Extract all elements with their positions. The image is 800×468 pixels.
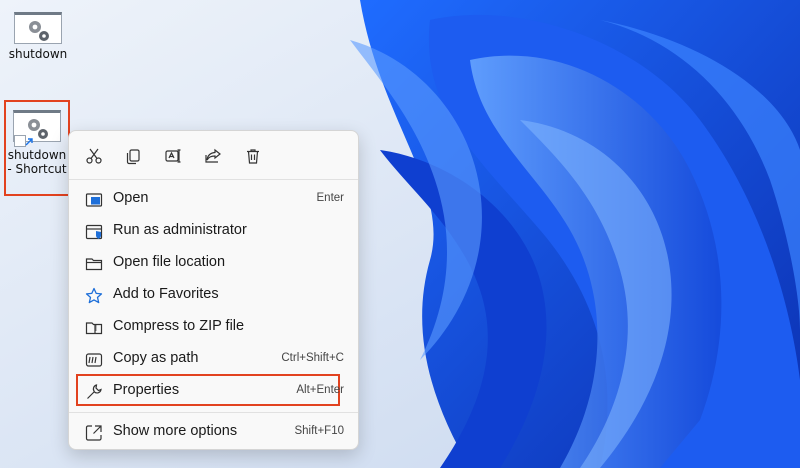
gear-icon bbox=[13, 110, 61, 147]
menu-item-label: Open file location bbox=[113, 254, 226, 270]
desktop: shutdown shutdown - Shortcut Open Enter … bbox=[0, 0, 800, 468]
menu-item-compress-to-zip[interactable]: Compress to ZIP file bbox=[77, 312, 352, 342]
folder-icon bbox=[85, 258, 103, 271]
copy-path-icon bbox=[85, 353, 103, 367]
more-options-icon bbox=[85, 425, 102, 441]
menu-item-label: Open bbox=[113, 190, 149, 206]
menu-item-open-file-location[interactable]: Open file location bbox=[77, 248, 352, 278]
menu-item-properties[interactable]: Properties Alt+Enter bbox=[77, 376, 352, 406]
menu-item-shortcut: Enter bbox=[316, 192, 345, 204]
wrench-icon bbox=[87, 384, 102, 399]
menu-item-copy-as-path[interactable]: Copy as path Ctrl+Shift+C bbox=[77, 344, 352, 374]
desktop-icon-shutdown-shortcut[interactable]: shutdown - Shortcut bbox=[5, 110, 69, 176]
zip-icon bbox=[85, 322, 103, 335]
delete-icon[interactable] bbox=[240, 143, 266, 169]
star-icon bbox=[85, 287, 103, 304]
menu-item-label: Run as administrator bbox=[113, 222, 247, 238]
menu-separator bbox=[69, 179, 358, 180]
menu-item-label: Copy as path bbox=[113, 350, 199, 366]
menu-item-shortcut: Alt+Enter bbox=[296, 384, 344, 396]
gear-icon bbox=[14, 12, 62, 44]
context-menu: Open Enter Run as administrator Open fil… bbox=[68, 130, 359, 450]
open-icon bbox=[85, 193, 103, 207]
menu-item-open[interactable]: Open Enter bbox=[77, 184, 352, 214]
menu-item-add-to-favorites[interactable]: Add to Favorites bbox=[77, 280, 352, 310]
copy-icon[interactable] bbox=[120, 143, 146, 169]
shortcut-arrow-icon bbox=[14, 135, 33, 147]
menu-item-shortcut: Shift+F10 bbox=[294, 425, 344, 437]
menu-item-show-more-options[interactable]: Show more options Shift+F10 bbox=[77, 417, 352, 447]
menu-item-label: Show more options bbox=[113, 423, 238, 439]
menu-item-run-as-administrator[interactable]: Run as administrator bbox=[77, 216, 352, 246]
menu-item-shortcut: Ctrl+Shift+C bbox=[281, 352, 344, 364]
shield-icon bbox=[85, 224, 103, 240]
menu-item-label: Properties bbox=[113, 382, 180, 398]
cut-icon[interactable] bbox=[81, 143, 107, 169]
desktop-icon-label: shutdown bbox=[8, 47, 68, 61]
desktop-icon-label: shutdown - Shortcut bbox=[7, 148, 67, 176]
context-menu-toolbar bbox=[69, 131, 358, 179]
menu-item-label: Compress to ZIP file bbox=[113, 318, 245, 334]
menu-separator bbox=[69, 412, 358, 413]
rename-icon[interactable] bbox=[160, 143, 186, 169]
share-icon[interactable] bbox=[200, 143, 226, 169]
desktop-icon-shutdown[interactable]: shutdown bbox=[6, 12, 70, 61]
menu-item-label: Add to Favorites bbox=[113, 286, 219, 302]
